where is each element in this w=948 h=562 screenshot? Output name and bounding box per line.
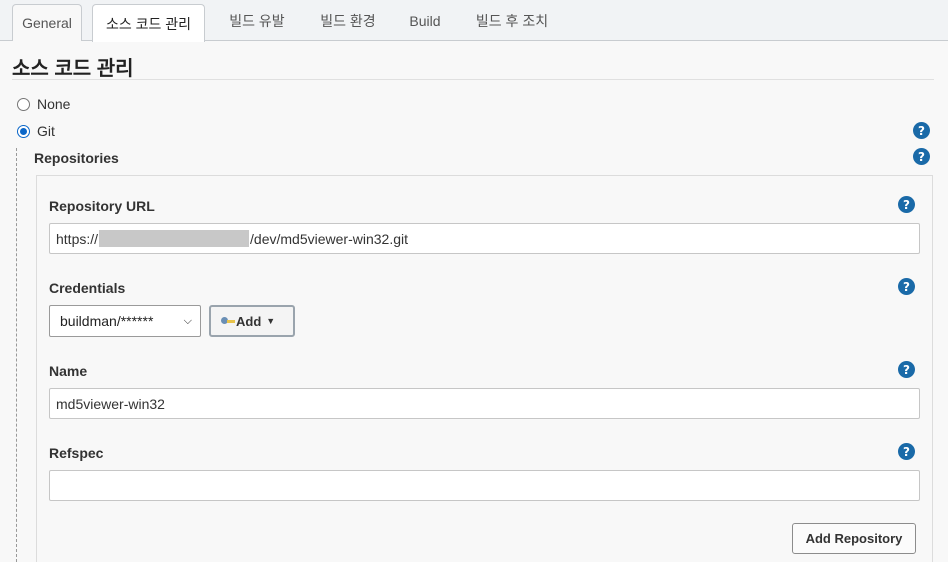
- radio-none[interactable]: [17, 97, 30, 111]
- name-label: Name: [49, 363, 88, 379]
- repositories-help-icon[interactable]: ?: [913, 148, 930, 165]
- credentials-help-icon[interactable]: ?: [898, 278, 915, 295]
- credentials-label: Credentials: [49, 280, 126, 296]
- repository-url-label: Repository URL: [49, 198, 155, 214]
- radio-git[interactable]: [17, 124, 30, 138]
- credentials-selected-value: buildman/******: [60, 313, 154, 329]
- chevron-down-icon: ⌵: [183, 314, 192, 327]
- tab-source-code-management[interactable]: 소스 코드 관리: [92, 4, 205, 42]
- scm-option-git[interactable]: Git: [17, 123, 55, 139]
- credentials-select[interactable]: buildman/****** ⌵: [49, 305, 201, 337]
- scm-option-none-label: None: [37, 96, 71, 112]
- refspec-label: Refspec: [49, 445, 104, 461]
- refspec-help-icon[interactable]: ?: [898, 443, 915, 460]
- git-help-icon[interactable]: ?: [913, 122, 930, 139]
- repositories-label: Repositories: [34, 150, 119, 166]
- repository-url-suffix: /dev/md5viewer-win32.git: [250, 230, 408, 247]
- name-help-icon[interactable]: ?: [898, 361, 915, 378]
- tab-build-triggers[interactable]: 빌드 유발: [220, 0, 294, 41]
- caret-down-icon: ▼: [266, 316, 276, 326]
- scm-option-git-label: Git: [37, 123, 55, 139]
- redacted-host: [99, 230, 250, 247]
- tab-build[interactable]: Build: [400, 0, 450, 41]
- name-input[interactable]: md5viewer-win32: [49, 388, 920, 419]
- repository-url-input[interactable]: https:// /dev/md5viewer-win32.git: [49, 223, 920, 254]
- git-config-indent-line: [16, 148, 17, 562]
- name-input-value: md5viewer-win32: [56, 395, 165, 412]
- section-divider: [12, 79, 934, 80]
- add-credentials-button[interactable]: Add ▼: [209, 305, 295, 337]
- refspec-input[interactable]: [49, 470, 920, 501]
- tab-bar: General 소스 코드 관리 빌드 유발 빌드 환경 Build 빌드 후 …: [0, 0, 948, 42]
- tab-post-build-actions[interactable]: 빌드 후 조치: [466, 0, 558, 41]
- scm-option-none[interactable]: None: [17, 96, 70, 112]
- tab-general[interactable]: General: [12, 4, 82, 41]
- key-icon: [221, 316, 235, 326]
- tab-build-environment[interactable]: 빌드 환경: [310, 0, 386, 41]
- add-repository-button[interactable]: Add Repository: [792, 523, 916, 554]
- repository-url-prefix: https://: [56, 230, 99, 247]
- add-credentials-label: Add: [236, 313, 262, 329]
- repository-url-help-icon[interactable]: ?: [898, 196, 915, 213]
- section-title: 소스 코드 관리: [12, 58, 134, 80]
